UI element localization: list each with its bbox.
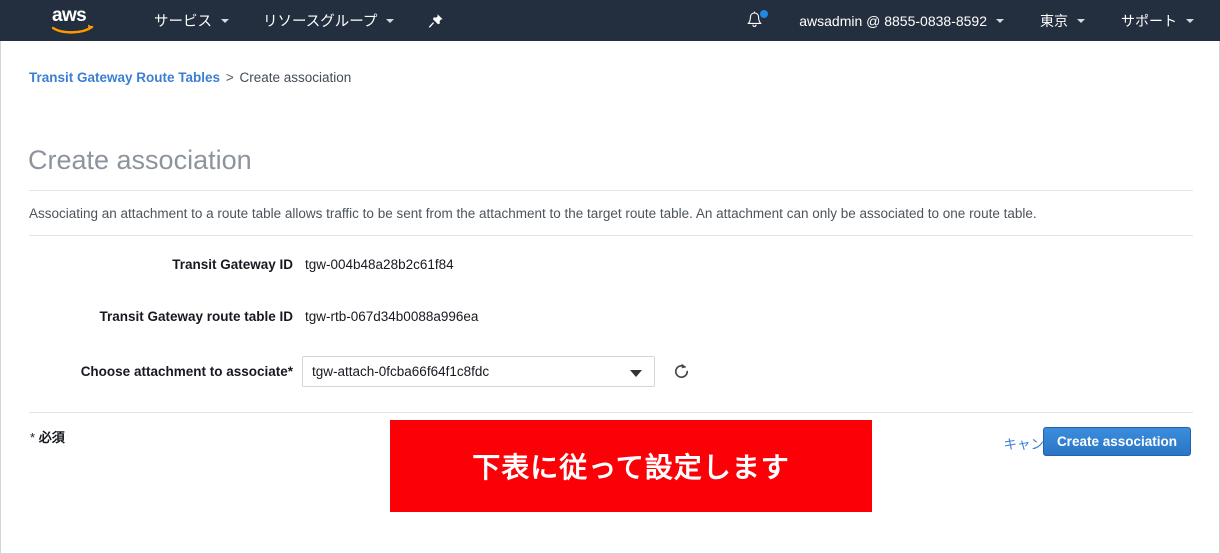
nav-region-label: 東京 (1040, 12, 1068, 29)
required-star: * (30, 430, 36, 445)
form-row-choose-attachment: Choose attachment to associate* tgw-atta… (1, 356, 1165, 387)
pushpin-glyph (429, 13, 443, 28)
notification-badge-dot (760, 10, 769, 18)
notifications-bell-icon[interactable] (739, 0, 769, 41)
pushpin-icon[interactable] (419, 0, 453, 41)
chevron-down-icon (1077, 18, 1085, 23)
page-description: Associating an attachment to a route tab… (29, 206, 1037, 221)
aws-top-navigation: aws サービス リソースグループ awsadmin @ 8855-0838-8… (0, 0, 1220, 41)
breadcrumb-parent-link[interactable]: Transit Gateway Route Tables (29, 70, 220, 85)
route-table-id-value: tgw-rtb-067d34b0088a996ea (305, 309, 479, 324)
navbar-right-group: awsadmin @ 8855-0838-8592 東京 サポート (739, 0, 1220, 41)
page-title: Create association (28, 145, 252, 175)
create-association-button[interactable]: Create association (1042, 427, 1191, 456)
annotation-banner: 下表に従って設定します (390, 420, 872, 512)
nav-resource-groups-menu[interactable]: リソースグループ (254, 0, 403, 41)
divider-under-description (29, 235, 1193, 236)
nav-support-label: サポート (1121, 12, 1177, 29)
chevron-down-icon (386, 18, 395, 23)
chevron-down-icon (630, 370, 642, 377)
nav-support-menu[interactable]: サポート (1115, 0, 1200, 41)
nav-resource-groups-label: リソースグループ (263, 14, 378, 30)
divider-above-footer (29, 412, 1193, 413)
annotation-text: 下表に従って設定します (472, 452, 790, 483)
form-row-route-table-id: Transit Gateway route table ID tgw-rtb-0… (1, 309, 1165, 324)
choose-attachment-label: Choose attachment to associate* (80, 364, 293, 379)
screenshot-root: aws サービス リソースグループ awsadmin @ 8855-0838-8… (0, 0, 1220, 554)
divider-under-title (29, 190, 1193, 191)
attachment-select[interactable]: tgw-attach-0fcba66f64f1c8fdc (302, 356, 655, 387)
breadcrumb-current: Create association (239, 70, 352, 85)
transit-gateway-id-label: Transit Gateway ID (172, 257, 293, 272)
required-field-note: * 必須 (30, 427, 65, 446)
attachment-select-value: tgw-attach-0fcba66f64f1c8fdc (312, 364, 490, 379)
chevron-down-icon (221, 18, 229, 23)
aws-logo-smile-icon (52, 24, 94, 34)
refresh-attachments-button[interactable] (669, 360, 693, 384)
breadcrumb: Transit Gateway Route Tables > Create as… (29, 70, 351, 85)
aws-logo[interactable]: aws (52, 6, 98, 36)
transit-gateway-id-value: tgw-004b48a28b2c61f84 (305, 257, 454, 272)
nav-account-label: awsadmin @ 8855-0838-8592 (799, 12, 987, 29)
refresh-icon (674, 363, 688, 379)
nav-account-menu[interactable]: awsadmin @ 8855-0838-8592 (793, 0, 1010, 41)
page-content: Transit Gateway Route Tables > Create as… (0, 41, 1220, 554)
nav-services-menu[interactable]: サービス (145, 0, 238, 41)
route-table-id-label: Transit Gateway route table ID (99, 309, 293, 324)
nav-services-label: サービス (154, 14, 212, 30)
navbar-left-group: aws サービス リソースグループ (0, 0, 453, 41)
form-row-transit-gateway-id: Transit Gateway ID tgw-004b48a28b2c61f84 (1, 257, 1165, 272)
nav-region-menu[interactable]: 東京 (1034, 0, 1091, 41)
chevron-down-icon (996, 18, 1004, 23)
chevron-down-icon (1186, 18, 1194, 23)
breadcrumb-separator: > (225, 70, 234, 85)
required-label: 必須 (38, 430, 65, 445)
